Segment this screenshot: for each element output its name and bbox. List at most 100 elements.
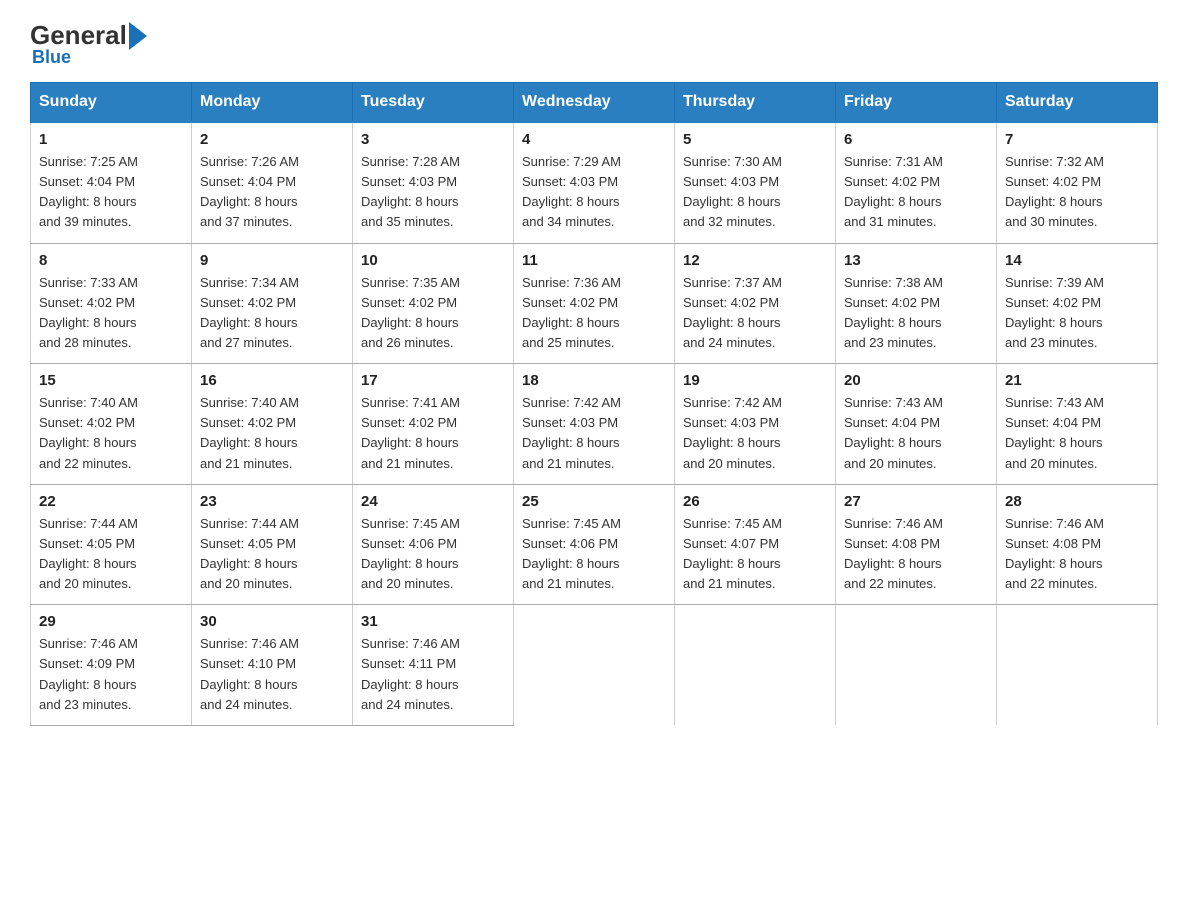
calendar-day-cell: 30 Sunrise: 7:46 AMSunset: 4:10 PMDayligh… (192, 605, 353, 726)
logo: General Blue (30, 20, 149, 68)
calendar-day-cell (836, 605, 997, 726)
day-sun-info: Sunrise: 7:39 AMSunset: 4:02 PMDaylight:… (1005, 273, 1149, 354)
day-sun-info: Sunrise: 7:32 AMSunset: 4:02 PMDaylight:… (1005, 152, 1149, 233)
day-number: 3 (361, 131, 505, 148)
day-sun-info: Sunrise: 7:36 AMSunset: 4:02 PMDaylight:… (522, 273, 666, 354)
day-sun-info: Sunrise: 7:42 AMSunset: 4:03 PMDaylight:… (683, 393, 827, 474)
calendar-day-cell (997, 605, 1158, 726)
day-number: 12 (683, 252, 827, 269)
weekday-header-row: SundayMondayTuesdayWednesdayThursdayFrid… (31, 83, 1158, 123)
day-sun-info: Sunrise: 7:44 AMSunset: 4:05 PMDaylight:… (200, 514, 344, 595)
calendar-day-cell: 14 Sunrise: 7:39 AMSunset: 4:02 PMDayligh… (997, 243, 1158, 364)
calendar-day-cell: 17Sunrise: 7:41 AMSunset: 4:02 PMDayligh… (353, 364, 514, 485)
calendar-day-cell: 4Sunrise: 7:29 AMSunset: 4:03 PMDaylight… (514, 122, 675, 243)
calendar-day-cell: 6 Sunrise: 7:31 AMSunset: 4:02 PMDaylight… (836, 122, 997, 243)
day-sun-info: Sunrise: 7:28 AMSunset: 4:03 PMDaylight:… (361, 152, 505, 233)
weekday-header-tuesday: Tuesday (353, 83, 514, 123)
day-number: 9 (200, 252, 344, 269)
day-number: 27 (844, 493, 988, 510)
day-sun-info: Sunrise: 7:46 AMSunset: 4:09 PMDaylight:… (39, 634, 183, 715)
day-number: 24 (361, 493, 505, 510)
calendar-day-cell: 20 Sunrise: 7:43 AMSunset: 4:04 PMDayligh… (836, 364, 997, 485)
day-sun-info: Sunrise: 7:33 AMSunset: 4:02 PMDaylight:… (39, 273, 183, 354)
day-sun-info: Sunrise: 7:26 AMSunset: 4:04 PMDaylight:… (200, 152, 344, 233)
weekday-header-thursday: Thursday (675, 83, 836, 123)
page-header: General Blue (30, 20, 1158, 68)
calendar-day-cell: 29 Sunrise: 7:46 AMSunset: 4:09 PMDayligh… (31, 605, 192, 726)
day-number: 5 (683, 131, 827, 148)
day-number: 8 (39, 252, 183, 269)
calendar-day-cell: 27 Sunrise: 7:46 AMSunset: 4:08 PMDayligh… (836, 484, 997, 605)
calendar-week-row: 1 Sunrise: 7:25 AMSunset: 4:04 PMDaylight… (31, 122, 1158, 243)
day-sun-info: Sunrise: 7:40 AMSunset: 4:02 PMDaylight:… (39, 393, 183, 474)
day-sun-info: Sunrise: 7:45 AMSunset: 4:07 PMDaylight:… (683, 514, 827, 595)
calendar-day-cell: 1 Sunrise: 7:25 AMSunset: 4:04 PMDaylight… (31, 122, 192, 243)
calendar-day-cell: 25 Sunrise: 7:45 AMSunset: 4:06 PMDayligh… (514, 484, 675, 605)
calendar-day-cell: 26 Sunrise: 7:45 AMSunset: 4:07 PMDayligh… (675, 484, 836, 605)
day-sun-info: Sunrise: 7:43 AMSunset: 4:04 PMDaylight:… (844, 393, 988, 474)
day-number: 14 (1005, 252, 1149, 269)
logo-blue-text: Blue (32, 47, 71, 68)
day-sun-info: Sunrise: 7:46 AMSunset: 4:08 PMDaylight:… (1005, 514, 1149, 595)
day-number: 21 (1005, 372, 1149, 389)
day-number: 29 (39, 613, 183, 630)
day-sun-info: Sunrise: 7:37 AMSunset: 4:02 PMDaylight:… (683, 273, 827, 354)
day-number: 7 (1005, 131, 1149, 148)
day-sun-info: Sunrise: 7:44 AMSunset: 4:05 PMDaylight:… (39, 514, 183, 595)
day-number: 22 (39, 493, 183, 510)
weekday-header-friday: Friday (836, 83, 997, 123)
calendar-day-cell: 7 Sunrise: 7:32 AMSunset: 4:02 PMDaylight… (997, 122, 1158, 243)
day-sun-info: Sunrise: 7:41 AMSunset: 4:02 PMDaylight:… (361, 393, 505, 474)
day-number: 1 (39, 131, 183, 148)
calendar-day-cell: 8 Sunrise: 7:33 AMSunset: 4:02 PMDaylight… (31, 243, 192, 364)
day-number: 15 (39, 372, 183, 389)
calendar-day-cell: 31Sunrise: 7:46 AMSunset: 4:11 PMDayligh… (353, 605, 514, 726)
weekday-header-wednesday: Wednesday (514, 83, 675, 123)
day-number: 2 (200, 131, 344, 148)
day-number: 26 (683, 493, 827, 510)
day-number: 30 (200, 613, 344, 630)
calendar-day-cell: 13Sunrise: 7:38 AMSunset: 4:02 PMDayligh… (836, 243, 997, 364)
day-number: 28 (1005, 493, 1149, 510)
day-sun-info: Sunrise: 7:34 AMSunset: 4:02 PMDaylight:… (200, 273, 344, 354)
day-sun-info: Sunrise: 7:38 AMSunset: 4:02 PMDaylight:… (844, 273, 988, 354)
day-number: 20 (844, 372, 988, 389)
calendar-day-cell: 22 Sunrise: 7:44 AMSunset: 4:05 PMDayligh… (31, 484, 192, 605)
day-sun-info: Sunrise: 7:45 AMSunset: 4:06 PMDaylight:… (361, 514, 505, 595)
calendar-week-row: 15 Sunrise: 7:40 AMSunset: 4:02 PMDayligh… (31, 364, 1158, 485)
calendar-day-cell: 16 Sunrise: 7:40 AMSunset: 4:02 PMDayligh… (192, 364, 353, 485)
logo-arrow-icon (129, 22, 147, 50)
day-sun-info: Sunrise: 7:42 AMSunset: 4:03 PMDaylight:… (522, 393, 666, 474)
day-sun-info: Sunrise: 7:40 AMSunset: 4:02 PMDaylight:… (200, 393, 344, 474)
day-number: 11 (522, 252, 666, 269)
day-number: 19 (683, 372, 827, 389)
calendar-day-cell: 9 Sunrise: 7:34 AMSunset: 4:02 PMDaylight… (192, 243, 353, 364)
day-sun-info: Sunrise: 7:31 AMSunset: 4:02 PMDaylight:… (844, 152, 988, 233)
day-sun-info: Sunrise: 7:46 AMSunset: 4:10 PMDaylight:… (200, 634, 344, 715)
calendar-day-cell: 28 Sunrise: 7:46 AMSunset: 4:08 PMDayligh… (997, 484, 1158, 605)
calendar-day-cell: 21 Sunrise: 7:43 AMSunset: 4:04 PMDayligh… (997, 364, 1158, 485)
calendar-day-cell (514, 605, 675, 726)
calendar-week-row: 29 Sunrise: 7:46 AMSunset: 4:09 PMDayligh… (31, 605, 1158, 726)
day-sun-info: Sunrise: 7:25 AMSunset: 4:04 PMDaylight:… (39, 152, 183, 233)
day-number: 31 (361, 613, 505, 630)
day-sun-info: Sunrise: 7:35 AMSunset: 4:02 PMDaylight:… (361, 273, 505, 354)
calendar-week-row: 22 Sunrise: 7:44 AMSunset: 4:05 PMDayligh… (31, 484, 1158, 605)
calendar-day-cell: 2 Sunrise: 7:26 AMSunset: 4:04 PMDaylight… (192, 122, 353, 243)
calendar-day-cell: 18Sunrise: 7:42 AMSunset: 4:03 PMDayligh… (514, 364, 675, 485)
calendar-week-row: 8 Sunrise: 7:33 AMSunset: 4:02 PMDaylight… (31, 243, 1158, 364)
day-sun-info: Sunrise: 7:46 AMSunset: 4:08 PMDaylight:… (844, 514, 988, 595)
day-number: 16 (200, 372, 344, 389)
weekday-header-sunday: Sunday (31, 83, 192, 123)
calendar-day-cell: 11 Sunrise: 7:36 AMSunset: 4:02 PMDayligh… (514, 243, 675, 364)
calendar-table: SundayMondayTuesdayWednesdayThursdayFrid… (30, 82, 1158, 726)
day-number: 25 (522, 493, 666, 510)
calendar-day-cell: 15 Sunrise: 7:40 AMSunset: 4:02 PMDayligh… (31, 364, 192, 485)
day-number: 6 (844, 131, 988, 148)
day-sun-info: Sunrise: 7:45 AMSunset: 4:06 PMDaylight:… (522, 514, 666, 595)
calendar-day-cell (675, 605, 836, 726)
day-sun-info: Sunrise: 7:30 AMSunset: 4:03 PMDaylight:… (683, 152, 827, 233)
calendar-day-cell: 3 Sunrise: 7:28 AMSunset: 4:03 PMDaylight… (353, 122, 514, 243)
day-sun-info: Sunrise: 7:43 AMSunset: 4:04 PMDaylight:… (1005, 393, 1149, 474)
calendar-day-cell: 24 Sunrise: 7:45 AMSunset: 4:06 PMDayligh… (353, 484, 514, 605)
